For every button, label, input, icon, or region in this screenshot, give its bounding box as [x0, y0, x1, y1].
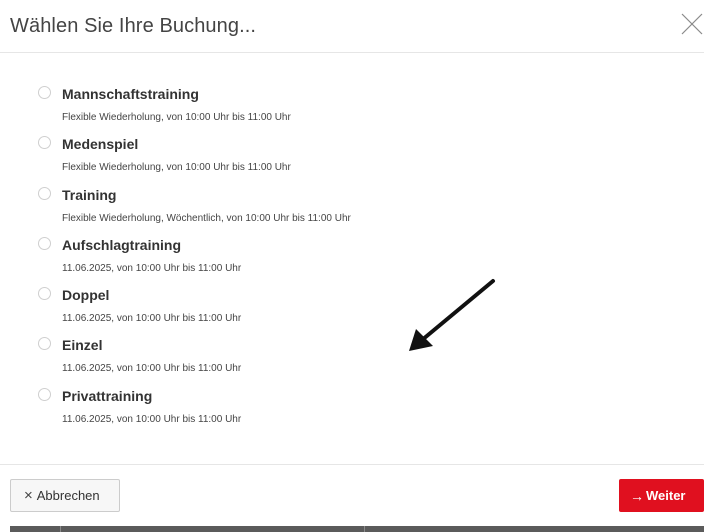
booking-option[interactable]: Einzel 11.06.2025, von 10:00 Uhr bis 11:…	[0, 331, 704, 381]
bottom-toolbar-strip	[10, 526, 704, 532]
option-subtitle: 11.06.2025, von 10:00 Uhr bis 11:00 Uhr	[62, 413, 242, 425]
booking-option[interactable]: Aufschlagtraining 11.06.2025, von 10:00 …	[0, 231, 704, 281]
dialog-header: Wählen Sie Ihre Buchung...	[0, 0, 704, 53]
booking-options-list: Mannschaftstraining Flexible Wiederholun…	[0, 80, 704, 432]
option-subtitle: 11.06.2025, von 10:00 Uhr bis 11:00 Uhr	[62, 363, 242, 375]
radio-button[interactable]	[38, 337, 51, 351]
option-subtitle: Flexible Wiederholung, von 10:00 Uhr bis…	[62, 162, 291, 174]
arrow-annotation-icon	[400, 276, 500, 361]
radio-button[interactable]	[38, 86, 51, 99]
cancel-label: Abbrechen	[36, 488, 100, 503]
option-title: Einzel	[62, 337, 103, 354]
booking-option[interactable]: Doppel 11.06.2025, von 10:00 Uhr bis 11:…	[0, 281, 704, 331]
radio-button[interactable]	[38, 236, 51, 250]
radio-button[interactable]	[38, 387, 51, 401]
radio-button[interactable]	[38, 186, 51, 200]
option-subtitle: 11.06.2025, von 10:00 Uhr bis 11:00 Uhr	[62, 262, 242, 274]
radio-button[interactable]	[38, 287, 51, 301]
booking-option[interactable]: Mannschaftstraining Flexible Wiederholun…	[0, 80, 704, 130]
booking-dialog: Wählen Sie Ihre Buchung... Mannschaftstr…	[0, 0, 704, 532]
option-title: Privattraining	[62, 387, 153, 404]
footer-divider	[0, 464, 704, 465]
next-label: Weiter	[646, 488, 686, 503]
close-button[interactable]	[681, 13, 703, 35]
booking-option[interactable]: Training Flexible Wiederholung, Wöchentl…	[0, 181, 704, 231]
close-icon	[681, 13, 703, 35]
option-subtitle: Flexible Wiederholung, von 10:00 Uhr bis…	[62, 112, 291, 123]
option-subtitle: Flexible Wiederholung, Wöchentlich, von …	[62, 212, 351, 224]
option-subtitle: 11.06.2025, von 10:00 Uhr bis 11:00 Uhr	[62, 313, 242, 325]
dialog-title: Wählen Sie Ihre Buchung...	[10, 15, 257, 37]
option-title: Doppel	[62, 287, 110, 304]
x-icon: ×	[24, 487, 33, 504]
option-title: Mannschaftstraining	[62, 86, 199, 102]
radio-button[interactable]	[38, 136, 51, 150]
cancel-button[interactable]: × Abbrechen	[10, 479, 120, 512]
booking-option[interactable]: Medenspiel Flexible Wiederholung, von 10…	[0, 130, 704, 180]
option-title: Medenspiel	[62, 136, 139, 153]
option-title: Aufschlagtraining	[62, 236, 182, 253]
option-title: Training	[62, 186, 117, 203]
strip-divider	[60, 526, 61, 532]
arrow-right-icon: →	[630, 487, 644, 504]
strip-divider	[364, 526, 365, 532]
booking-option[interactable]: Privattraining 11.06.2025, von 10:00 Uhr…	[0, 382, 704, 432]
next-button[interactable]: → Weiter	[619, 479, 704, 512]
